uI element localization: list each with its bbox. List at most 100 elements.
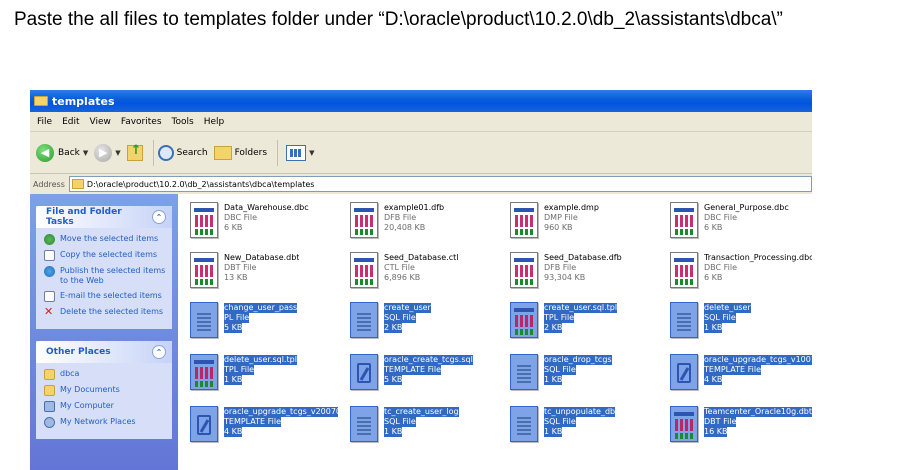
panel-title: File and Folder Tasks — [46, 207, 122, 227]
folder-icon — [71, 179, 84, 189]
file-name: oracle_upgrade_tcgs_v1001.sq — [704, 355, 812, 365]
menu-edit[interactable]: Edit — [57, 117, 84, 127]
file-item[interactable]: oracle_upgrade_tcgs_v1001.sqTEMPLATE Fil… — [668, 352, 812, 398]
file-item[interactable]: Seed_Database.dfb DFB File 93,304 KB — [508, 250, 658, 296]
file-name: Seed_Database.dfb — [544, 253, 622, 262]
file-item[interactable]: create_user SQL File 2 KB — [348, 300, 498, 346]
file-item[interactable]: Data_Warehouse.dbc DBC File 6 KB — [188, 200, 338, 246]
file-info: create_user.sql.tpl TPL File 2 KB — [544, 300, 618, 346]
file-item[interactable]: example01.dfb DFB File 20,408 KB — [348, 200, 498, 246]
network-icon — [44, 417, 55, 428]
file-item[interactable]: oracle_create_tcgs.sql TEMPLATE File 5 KB — [348, 352, 498, 398]
folder-icon — [34, 96, 48, 106]
place-my-computer[interactable]: My Computer — [44, 401, 166, 412]
file-info: Transaction_Processing.dbc DBC File 6 KB — [704, 250, 812, 296]
file-info: Teamcenter_Oracle10g.dbt DBT File 16 KB — [704, 404, 812, 450]
file-type: TEMPLATE File — [224, 417, 282, 427]
file-info: example01.dfb DFB File 20,408 KB — [384, 200, 444, 246]
place-label: My Network Places — [60, 417, 136, 426]
file-item[interactable]: Seed_Database.ctl CTL File 6,896 KB — [348, 250, 498, 296]
task-copy[interactable]: Copy the selected items — [44, 250, 166, 261]
file-type: DBT File — [704, 417, 737, 427]
file-info: create_user SQL File 2 KB — [384, 300, 431, 346]
file-info: Data_Warehouse.dbc DBC File 6 KB — [224, 200, 309, 246]
file-size: 4 KB — [704, 375, 723, 385]
file-name: oracle_create_tcgs.sql — [384, 355, 473, 365]
file-item[interactable]: example.dmp DMP File 960 KB — [508, 200, 658, 246]
views-icon — [286, 144, 307, 161]
menu-file[interactable]: File — [32, 117, 57, 127]
file-item[interactable]: tc_unpopulate_db SQL File 1 KB — [508, 404, 658, 450]
file-name: create_user.sql.tpl — [544, 303, 618, 313]
menu-help[interactable]: Help — [199, 117, 230, 127]
place-label: My Computer — [60, 401, 114, 410]
file-item[interactable]: tc_create_user_log SQL File 1 KB — [348, 404, 498, 450]
other-places-header[interactable]: Other Places ⌃ — [36, 341, 172, 363]
template-file-icon — [668, 352, 700, 392]
back-button[interactable]: ◀ Back ▼ — [36, 143, 88, 162]
file-folder-tasks-header[interactable]: File and Folder Tasks ⌃ — [36, 206, 172, 228]
file-item[interactable]: change_user_pass PL File 5 KB — [188, 300, 338, 346]
search-icon — [157, 144, 174, 161]
task-email[interactable]: E-mail the selected items — [44, 291, 166, 302]
file-item[interactable]: Transaction_Processing.dbc DBC File 6 KB — [668, 250, 812, 296]
search-button[interactable]: Search — [157, 144, 208, 161]
task-move[interactable]: Move the selected items — [44, 234, 166, 245]
folders-button[interactable]: Folders — [213, 145, 267, 160]
forward-dropdown-icon[interactable]: ▼ — [115, 149, 120, 157]
template-file-icon — [188, 404, 220, 444]
text-file-icon — [348, 404, 380, 444]
file-item[interactable]: oracle_upgrade_tcgs_v20070... TEMPLATE Fi… — [188, 404, 338, 450]
file-name: Seed_Database.ctl — [384, 253, 459, 262]
data-file-icon — [348, 200, 380, 240]
up-button[interactable] — [126, 143, 143, 161]
task-publish[interactable]: Publish the selected items to the Web — [44, 266, 166, 286]
forward-button[interactable]: ▶ ▼ — [94, 143, 121, 162]
menu-view[interactable]: View — [85, 117, 116, 127]
folders-icon — [213, 145, 232, 160]
file-item[interactable]: delete_user SQL File 1 KB — [668, 300, 812, 346]
file-info: delete_user.sql.tpl TPL File 1 KB — [224, 352, 297, 398]
text-file-icon — [508, 404, 540, 444]
file-size: 4 KB — [224, 427, 243, 437]
file-info: General_Purpose.dbc DBC File 6 KB — [704, 200, 789, 246]
file-size: 6 KB — [224, 223, 243, 232]
title-bar[interactable]: templates — [30, 90, 812, 112]
collapse-icon[interactable]: ⌃ — [152, 345, 166, 359]
address-field[interactable]: D:\oracle\product\10.2.0\db_2\assistants… — [68, 176, 812, 192]
address-path: D:\oracle\product\10.2.0\db_2\assistants… — [86, 179, 315, 189]
file-type: DBC File — [224, 213, 258, 222]
file-size: 1 KB — [704, 323, 723, 333]
file-item[interactable]: create_user.sql.tpl TPL File 2 KB — [508, 300, 658, 346]
file-item[interactable]: delete_user.sql.tpl TPL File 1 KB — [188, 352, 338, 398]
file-size: 960 KB — [544, 223, 573, 232]
file-item[interactable]: Teamcenter_Oracle10g.dbt DBT File 16 KB — [668, 404, 812, 450]
views-button[interactable]: ▼ — [282, 144, 314, 161]
task-delete[interactable]: ✕ Delete the selected items — [44, 305, 166, 318]
file-item[interactable]: New_Database.dbt DBT File 13 KB — [188, 250, 338, 296]
collapse-icon[interactable]: ⌃ — [152, 210, 166, 224]
place-label: dbca — [60, 369, 80, 378]
delete-icon: ✕ — [44, 305, 54, 318]
file-size: 6 KB — [704, 223, 723, 232]
file-item[interactable]: oracle_drop_tcgs SQL File 1 KB — [508, 352, 658, 398]
file-size: 1 KB — [384, 427, 403, 437]
menu-tools[interactable]: Tools — [167, 117, 199, 127]
data-file-icon — [188, 352, 220, 392]
place-dbca[interactable]: dbca — [44, 369, 166, 380]
explorer-window: templates File Edit View Favorites Tools… — [30, 90, 812, 470]
file-size: 1 KB — [544, 375, 563, 385]
address-bar: Address D:\oracle\product\10.2.0\db_2\as… — [30, 174, 812, 194]
place-my-network[interactable]: My Network Places — [44, 417, 166, 428]
file-item[interactable]: General_Purpose.dbc DBC File 6 KB — [668, 200, 812, 246]
file-type: PL File — [224, 313, 250, 323]
file-size: 2 KB — [544, 323, 563, 333]
place-my-documents[interactable]: My Documents — [44, 385, 166, 396]
menu-favorites[interactable]: Favorites — [116, 117, 167, 127]
file-name: oracle_drop_tcgs — [544, 355, 612, 365]
file-info: oracle_upgrade_tcgs_v1001.sqTEMPLATE Fil… — [704, 352, 812, 398]
views-dropdown-icon[interactable]: ▼ — [309, 149, 314, 157]
back-dropdown-icon[interactable]: ▼ — [83, 149, 88, 157]
file-type: SQL File — [704, 313, 736, 323]
computer-icon — [44, 401, 55, 412]
